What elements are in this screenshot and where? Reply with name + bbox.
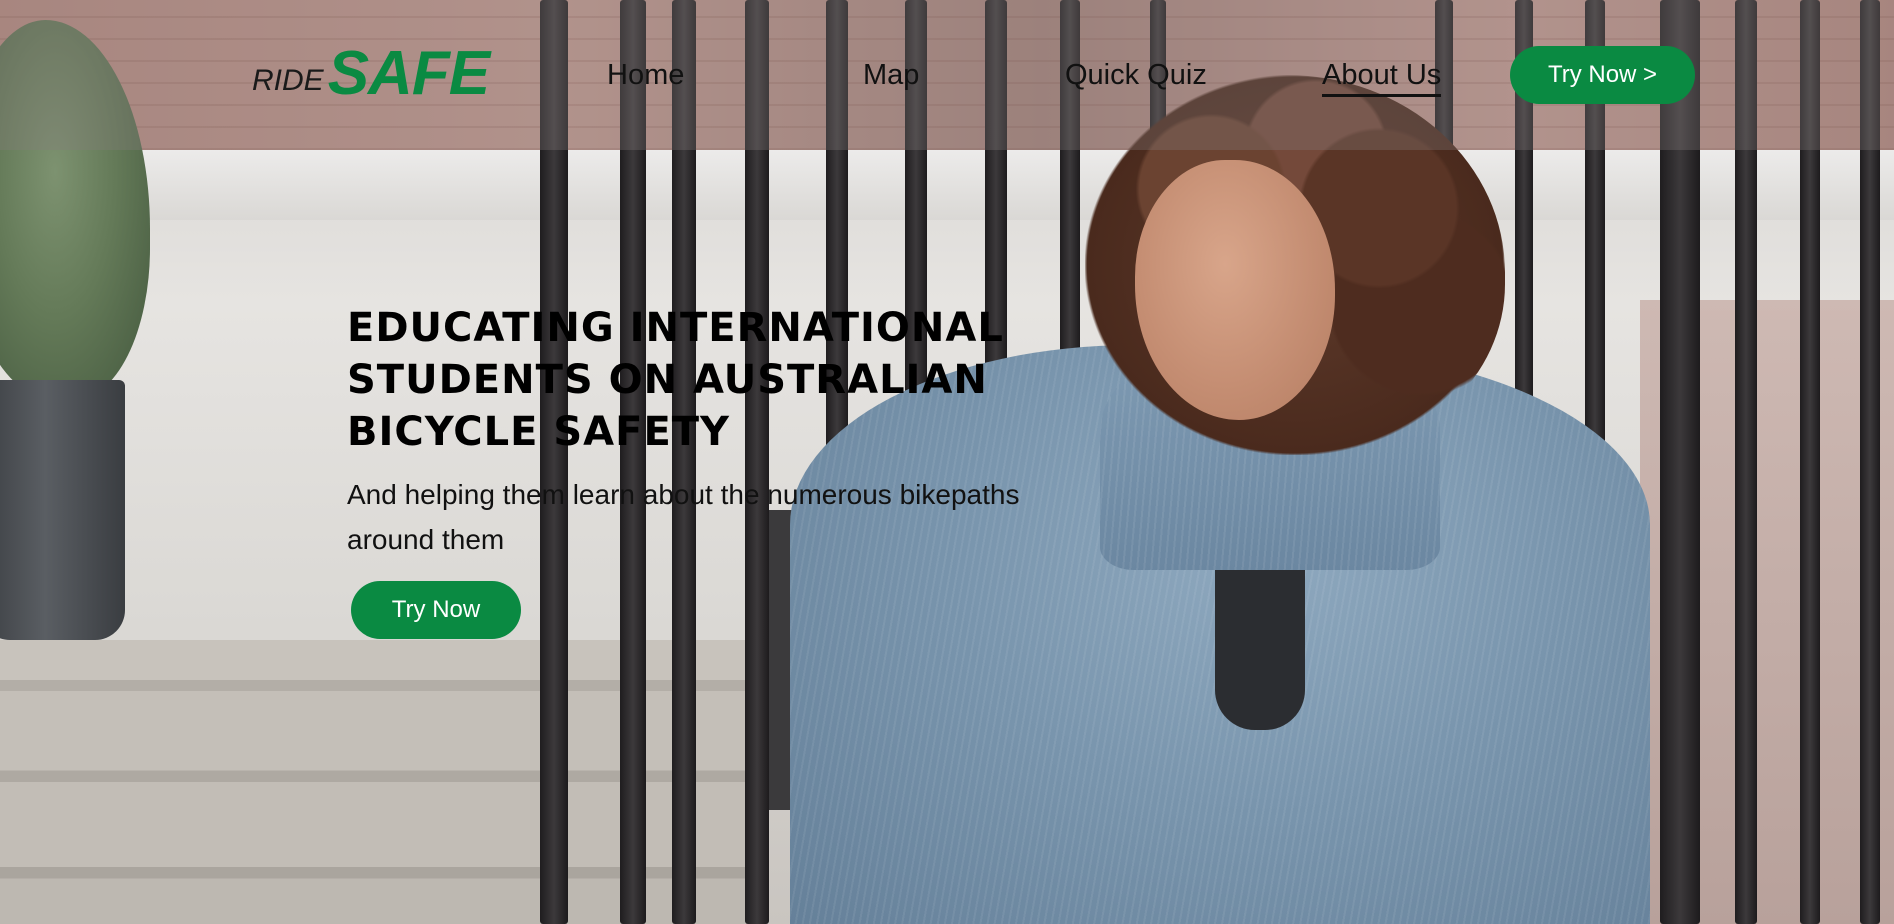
smiling-face (1135, 160, 1335, 420)
landing-page: RIDE SAFE Home Map Quick Quiz About Us T… (0, 0, 1894, 924)
ridesafe-logo[interactable]: RIDE SAFE (252, 39, 490, 108)
nav-try-now-button[interactable]: Try Now > (1510, 46, 1695, 104)
nav-link-home[interactable]: Home (607, 58, 684, 92)
navigation-bar: RIDE SAFE Home Map Quick Quiz About Us T… (0, 0, 1894, 150)
hero-title: EDUCATING INTERNATIONAL STUDENTS ON AUST… (347, 305, 1004, 455)
nav-link-about-us[interactable]: About Us (1322, 58, 1442, 97)
logo-prefix: RIDE (252, 64, 324, 97)
nav-link-quick-quiz[interactable]: Quick Quiz (1065, 58, 1207, 92)
hero-subtitle: And helping them learn about the numerou… (347, 479, 1020, 555)
nav-link-map[interactable]: Map (863, 58, 919, 92)
hero-try-now-button[interactable]: Try Now (351, 581, 521, 639)
logo-main: SAFE (327, 39, 490, 108)
